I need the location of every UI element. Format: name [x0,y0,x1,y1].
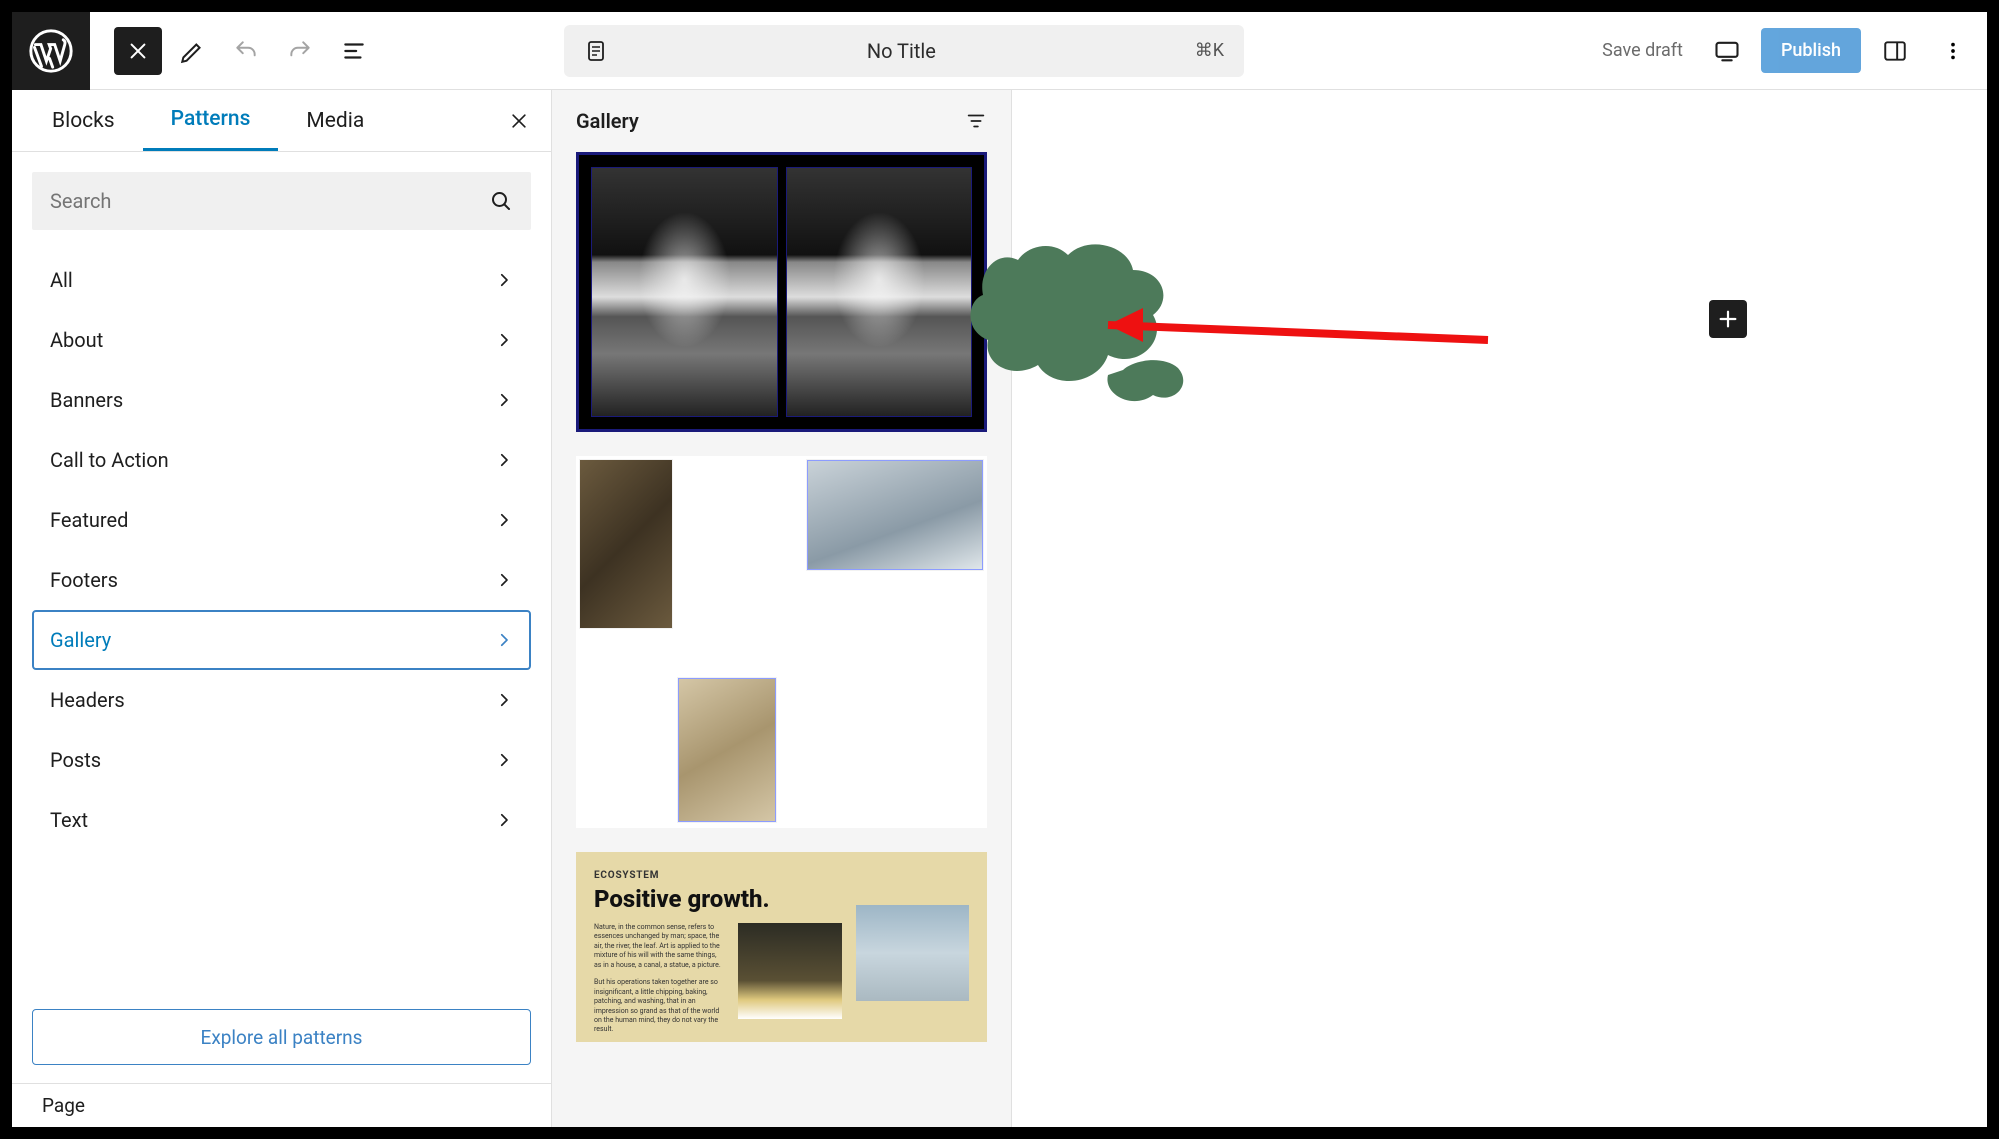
pattern-item[interactable] [576,456,987,828]
toggle-inserter-button[interactable] [114,27,162,75]
pattern-thumbnail [580,460,672,628]
command-shortcut: ⌘K [1195,40,1224,61]
pattern-category-list: All About Banners Call to Action Feature… [32,250,531,850]
editor-canvas[interactable] [1012,90,1987,1127]
chevron-right-icon [495,331,513,349]
category-text[interactable]: Text [32,790,531,850]
document-overview-button[interactable] [330,27,378,75]
category-all[interactable]: All [32,250,531,310]
settings-sidebar-button[interactable] [1871,27,1919,75]
category-posts[interactable]: Posts [32,730,531,790]
undo-button[interactable] [222,27,270,75]
pattern-thumbnail [807,460,983,570]
pattern-kicker: ECOSYSTEM [594,870,969,881]
tab-media[interactable]: Media [278,90,392,151]
page-icon [584,39,608,63]
pattern-thumbnail [591,167,778,417]
breadcrumb[interactable]: Page [12,1083,551,1127]
annotation-overlay [958,220,1518,440]
search-field[interactable] [50,189,489,213]
annotation-blob [1107,360,1183,401]
annotation-arrow-head [1108,308,1143,342]
pattern-thumbnail [856,905,969,1001]
preview-button[interactable] [1703,27,1751,75]
search-input[interactable] [32,172,531,230]
pattern-item[interactable]: ECOSYSTEM Positive growth. Nature, in th… [576,852,987,1042]
tab-patterns[interactable]: Patterns [143,90,279,151]
chevron-right-icon [495,271,513,289]
category-footers[interactable]: Footers [32,550,531,610]
wp-logo[interactable] [12,12,90,90]
document-title-bar[interactable]: No Title ⌘K [564,25,1244,77]
pattern-thumbnail [738,923,842,1019]
add-block-button[interactable] [1709,300,1747,338]
chevron-right-icon [495,511,513,529]
pattern-body-text: Nature, in the common sense, refers to e… [594,923,724,1042]
category-cta[interactable]: Call to Action [32,430,531,490]
tab-blocks[interactable]: Blocks [24,90,143,151]
chevron-right-icon [495,391,513,409]
chevron-right-icon [495,691,513,709]
explore-patterns-button[interactable]: Explore all patterns [32,1009,531,1065]
chevron-right-icon [495,631,513,649]
category-banners[interactable]: Banners [32,370,531,430]
chevron-right-icon [495,811,513,829]
chevron-right-icon [495,751,513,769]
pattern-thumbnail [678,678,776,822]
preview-title: Gallery [576,109,639,133]
close-inserter-button[interactable] [499,101,539,141]
tools-button[interactable] [168,27,216,75]
pattern-thumbnail [786,167,973,417]
chevron-right-icon [495,451,513,469]
pattern-item[interactable] [576,152,987,432]
publish-button[interactable]: Publish [1761,28,1861,73]
category-gallery[interactable]: Gallery [32,610,531,670]
filter-patterns-button[interactable] [965,110,987,132]
search-icon [489,189,513,213]
save-draft-button[interactable]: Save draft [1592,40,1693,61]
annotation-arrow-line [1108,325,1488,340]
redo-button[interactable] [276,27,324,75]
category-about[interactable]: About [32,310,531,370]
chevron-right-icon [495,571,513,589]
options-button[interactable] [1929,27,1977,75]
category-featured[interactable]: Featured [32,490,531,550]
document-title: No Title [620,39,1183,63]
category-headers[interactable]: Headers [32,670,531,730]
